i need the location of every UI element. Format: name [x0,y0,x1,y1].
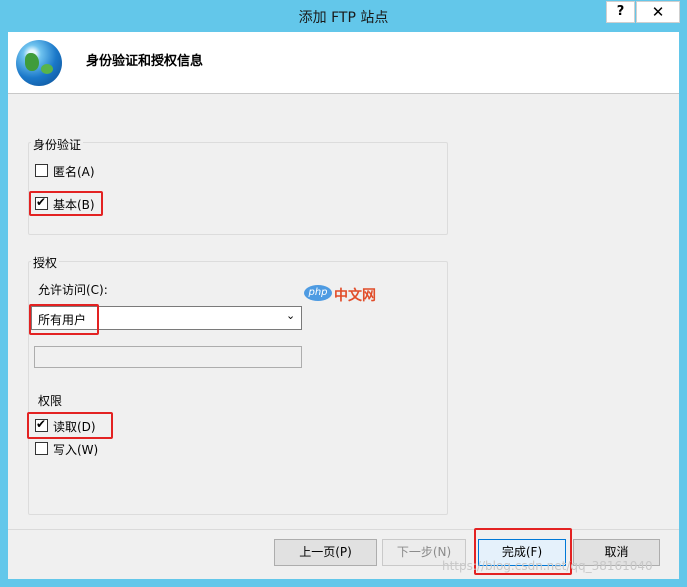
authentication-group [28,142,448,235]
authentication-group-title: 身份验证 [31,136,84,153]
authorization-group [28,261,448,515]
previous-button[interactable]: 上一页(P) [274,539,377,566]
anonymous-checkbox[interactable] [35,164,48,177]
globe-land-shape [25,53,39,71]
page-title: 身份验证和授权信息 [86,54,204,69]
write-checkbox[interactable] [35,442,48,455]
php-logo-icon: php [304,285,332,301]
write-label[interactable]: 写入(W) [53,441,98,458]
globe-icon [16,40,62,86]
basic-checkbox[interactable] [35,195,48,210]
globe-land-shape [41,64,53,74]
watermark-text: 中文网 [334,288,376,304]
users-textbox[interactable] [34,346,302,368]
source-watermark: https://blog.csdn.net/qq_38161040 [442,559,653,573]
close-button[interactable]: ✕ [636,1,680,23]
read-label[interactable]: 读取(D) [53,418,96,435]
footer-divider [8,529,679,530]
basic-label[interactable]: 基本(B) [53,196,95,213]
help-button[interactable]: ? [606,1,635,23]
allow-access-label: 允许访问(C): [38,283,108,297]
permissions-label: 权限 [38,394,63,408]
window-title: 添加 FTP 站点 [298,10,389,26]
authorization-group-title: 授权 [31,254,60,271]
read-checkbox[interactable] [35,417,48,432]
chevron-down-icon[interactable]: ⌄ [286,309,295,322]
anonymous-label[interactable]: 匿名(A) [53,163,95,180]
highlight-box [29,304,99,335]
